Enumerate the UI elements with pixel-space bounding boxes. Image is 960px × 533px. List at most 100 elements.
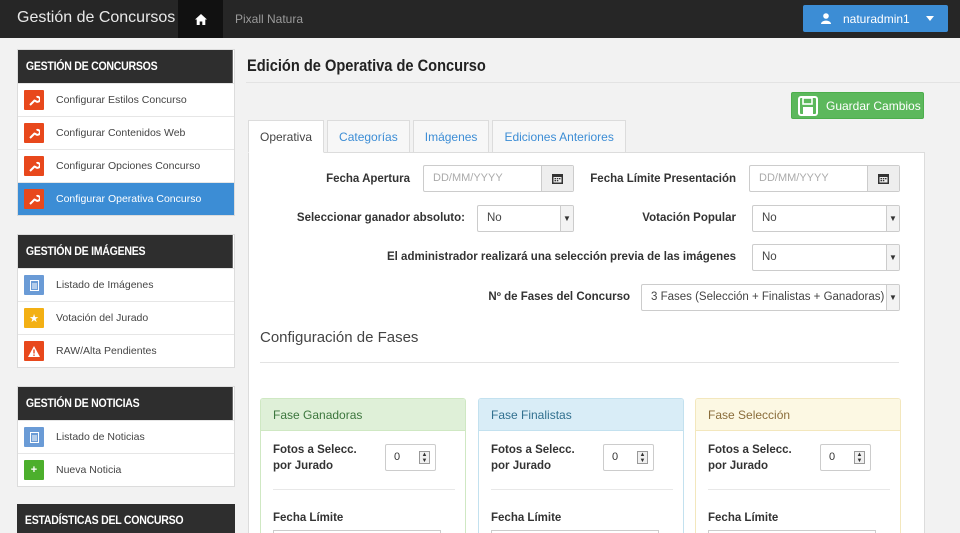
fecha-apertura-field[interactable]: DD/MM/YYYY (423, 165, 574, 192)
section-divider (260, 362, 899, 363)
sidebar-item-operativa[interactable]: Configurar Operativa Concurso (18, 182, 234, 215)
votacion-popular-label: Votación Popular (642, 212, 736, 224)
home-icon (194, 13, 207, 25)
fecha-apertura-input[interactable]: DD/MM/YYYY (424, 166, 541, 191)
votacion-popular-value: No (762, 212, 777, 224)
calendar-icon[interactable] (541, 166, 573, 191)
star-icon: ★ (24, 308, 44, 328)
document-icon (24, 427, 44, 447)
phase-divider (491, 489, 673, 490)
fecha-limite-input[interactable]: DD/MM/YYYY (750, 166, 867, 191)
sidebar-panel-estadisticas: Estadísticas del Concurso (17, 504, 235, 533)
chevron-down-icon: ▼ (886, 206, 899, 231)
fotos-jurado-label: Fotos a Selecc. por Jurado (273, 444, 357, 472)
warning-icon (24, 341, 44, 361)
fotos-jurado-stepper[interactable]: 0 ▲ ▼ (385, 444, 436, 471)
spinner-arrows-icon[interactable]: ▲ ▼ (637, 451, 648, 464)
tab-bar: Operativa Categorías Imágenes Ediciones … (248, 120, 629, 153)
tab-ediciones-anteriores[interactable]: Ediciones Anteriores (492, 120, 626, 153)
phase-divider (708, 489, 890, 490)
sidebar-panel-noticias: Gestión de Noticias Listado de Noticias … (17, 386, 235, 487)
document-icon (24, 275, 44, 295)
fecha-limite-field[interactable]: DD/MM/YYYY (749, 165, 900, 192)
sidebar-item-label: Configurar Contenidos Web (56, 127, 186, 139)
fotos-jurado-label: Fotos a Selecc. por Jurado (708, 444, 792, 472)
phase-title: Fase Ganadoras (261, 399, 465, 431)
spinner-arrows-icon[interactable]: ▲ ▼ (854, 451, 865, 464)
phase-title: Fase Selección (696, 399, 900, 431)
sidebar-item-label: Nueva Noticia (56, 464, 122, 476)
tab-operativa[interactable]: Operativa (248, 120, 325, 153)
user-name: naturadmin1 (843, 11, 910, 26)
chevron-down-icon: ▼ (886, 245, 899, 270)
phase-title: Fase Finalistas (479, 399, 683, 431)
num-fases-value: 3 Fases (Selección + Finalistas + Ganado… (651, 291, 885, 303)
sidebar-item-label: Configurar Estilos Concurso (56, 94, 187, 106)
wrench-icon (24, 189, 44, 209)
sidebar-item-opciones[interactable]: Configurar Opciones Concurso (18, 149, 234, 182)
sidebar-panel-concursos: Gestión de Concursos Configurar Estilos … (17, 49, 235, 216)
sidebar-item-label: RAW/Alta Pendientes (56, 345, 157, 357)
seleccion-previa-select[interactable]: No ▼ (752, 244, 900, 271)
sidebar-section-title[interactable]: Estadísticas del Concurso (17, 504, 234, 533)
seleccion-previa-label: El administrador realizará una selección… (387, 251, 736, 263)
wrench-icon (24, 123, 44, 143)
fotos-jurado-value: 0 (829, 451, 836, 463)
sidebar-item-label: Votación del Jurado (56, 312, 149, 324)
fecha-limite-label: Fecha Límite Presentación (590, 173, 736, 185)
wrench-icon (24, 90, 44, 110)
user-icon (821, 13, 831, 24)
fotos-jurado-value: 0 (612, 451, 619, 463)
tab-categorias[interactable]: Categorías (327, 120, 410, 153)
sidebar-item-contenidos[interactable]: Configurar Contenidos Web (18, 116, 234, 149)
home-button[interactable] (178, 0, 223, 38)
fotos-jurado-stepper[interactable]: 0 ▲ ▼ (603, 444, 654, 471)
phase-card-ganadoras: Fase Ganadoras Fotos a Selecc. por Jurad… (260, 398, 466, 533)
fecha-limite-label: Fecha Límite (708, 512, 779, 524)
page-title: Edición de Operativa de Concurso (247, 56, 486, 75)
ganador-absoluto-select[interactable]: No ▼ (477, 205, 574, 232)
calendar-icon[interactable] (867, 166, 899, 191)
wrench-icon (24, 156, 44, 176)
user-menu-button[interactable]: naturadmin1 (803, 5, 948, 32)
chevron-down-icon: ▼ (886, 285, 899, 310)
sidebar-item-label: Configurar Opciones Concurso (56, 160, 201, 172)
sidebar-item-listado-noticias[interactable]: Listado de Noticias (18, 420, 234, 453)
sidebar-section-title: Gestión de Imágenes (18, 235, 233, 268)
sidebar-item-votacion-jurado[interactable]: ★ Votación del Jurado (18, 301, 234, 334)
top-navbar: Gestión de Concursos Pixall Natura natur… (0, 0, 960, 38)
section-title-fases: Configuración de Fases (260, 329, 419, 346)
main-content: Edición de Operativa de Concurso Guardar… (246, 50, 960, 533)
num-fases-label: Nº de Fases del Concurso (488, 291, 630, 303)
sidebar-item-listado-imagenes[interactable]: Listado de Imágenes (18, 268, 234, 301)
tab-imagenes[interactable]: Imágenes (412, 120, 490, 153)
fotos-jurado-stepper[interactable]: 0 ▲ ▼ (820, 444, 871, 471)
seleccion-previa-value: No (762, 251, 777, 263)
sidebar-item-label: Listado de Noticias (56, 431, 145, 443)
save-button-label: Guardar Cambios (826, 98, 921, 113)
save-button[interactable]: Guardar Cambios (791, 92, 924, 119)
tab-content-operativa: Fecha Apertura DD/MM/YYYY Fecha Límite P… (248, 152, 925, 533)
plus-icon: + (24, 460, 44, 480)
chevron-down-icon: ▼ (560, 206, 573, 231)
fecha-limite-label: Fecha Límite (491, 512, 562, 524)
phase-card-seleccion: Fase Selección Fotos a Selecc. por Jurad… (695, 398, 901, 533)
title-divider (246, 82, 960, 83)
sidebar-item-label: Configurar Operativa Concurso (56, 193, 202, 205)
phase-card-finalistas: Fase Finalistas Fotos a Selecc. por Jura… (478, 398, 684, 533)
app-name-link[interactable]: Pixall Natura (235, 12, 303, 26)
sidebar-section-title: Gestión de Concursos (18, 50, 233, 83)
sidebar-item-estilos[interactable]: Configurar Estilos Concurso (18, 83, 234, 116)
sidebar-item-raw-pendientes[interactable]: RAW/Alta Pendientes (18, 334, 234, 367)
spinner-arrows-icon[interactable]: ▲ ▼ (419, 451, 430, 464)
num-fases-select[interactable]: 3 Fases (Selección + Finalistas + Ganado… (641, 284, 900, 311)
sidebar-panel-imagenes: Gestión de Imágenes Listado de Imágenes … (17, 234, 235, 368)
ganador-absoluto-label: Seleccionar ganador absoluto: (296, 212, 465, 224)
fotos-jurado-label: Fotos a Selecc. por Jurado (491, 444, 575, 472)
sidebar-item-nueva-noticia[interactable]: + Nueva Noticia (18, 453, 234, 486)
fotos-jurado-value: 0 (394, 451, 401, 463)
votacion-popular-select[interactable]: No ▼ (752, 205, 900, 232)
app-brand[interactable]: Gestión de Concursos (17, 9, 175, 27)
chevron-down-icon (926, 16, 934, 21)
floppy-disk-icon (798, 95, 818, 116)
